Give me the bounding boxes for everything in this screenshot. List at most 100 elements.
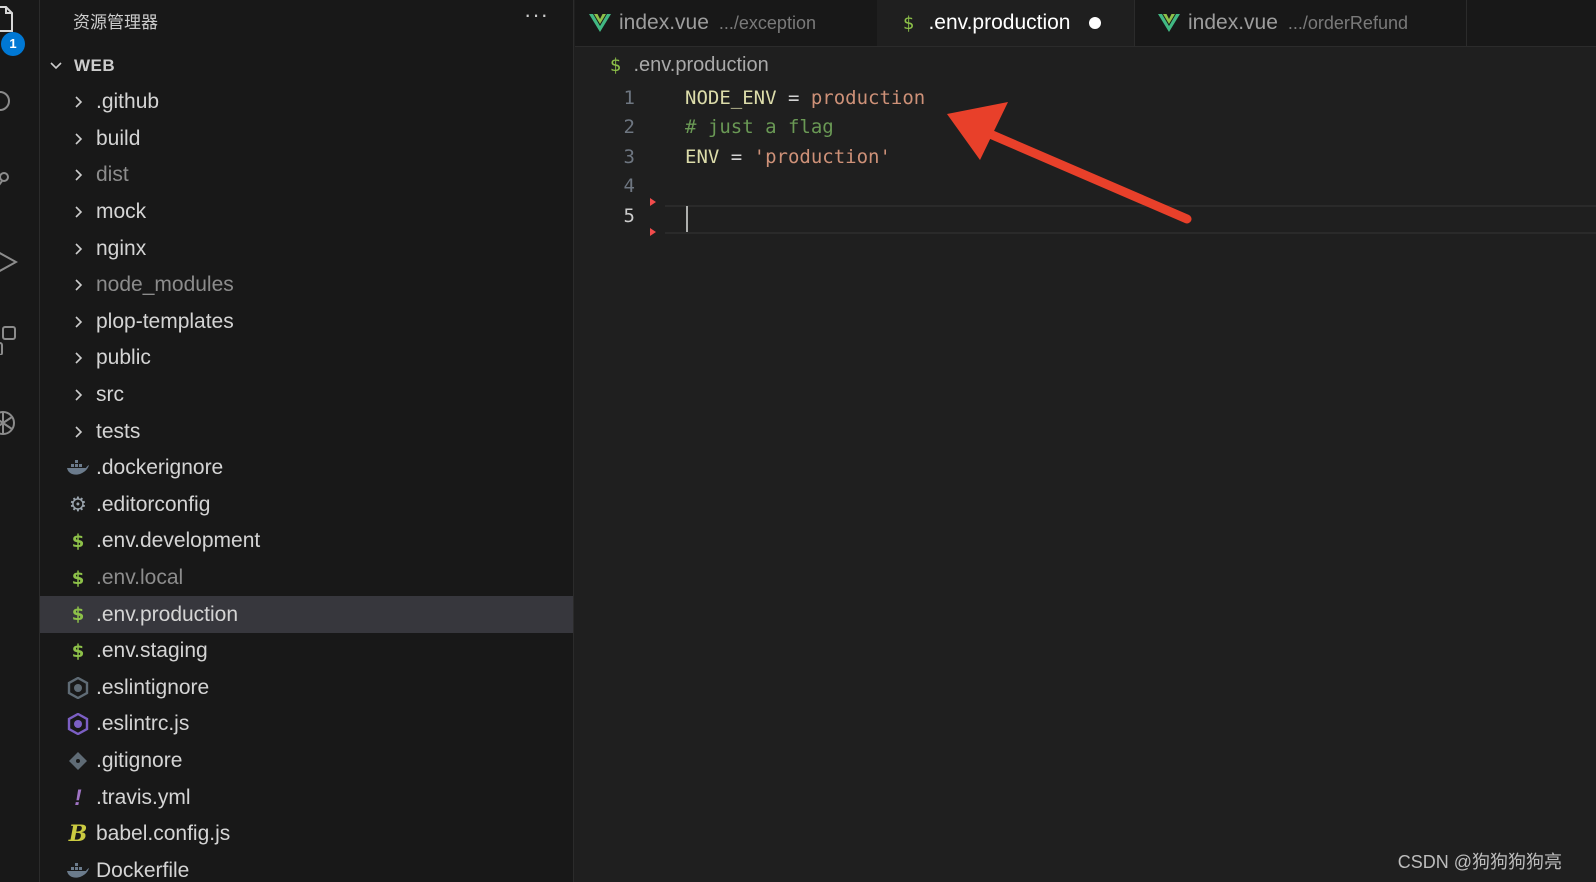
diff-marker-icon [650,228,656,236]
tab-path: .../exception [718,12,816,33]
tab-path: .../orderRefund [1287,12,1408,33]
file-row[interactable]: $ .env.development [40,523,573,560]
tree-item-label: node_modules [96,273,234,297]
env-value: production [810,87,926,109]
tree-item-label: nginx [96,236,147,260]
tree-item-label: .env.production [96,602,239,626]
file-row[interactable]: .gitignore [40,743,573,780]
current-line-highlight [665,205,1596,234]
folder-row[interactable]: node_modules [40,267,573,304]
file-row[interactable]: $ .env.staging [40,633,573,670]
chevron-right-icon [70,314,86,330]
tree-item-label: tests [96,419,141,443]
folder-row[interactable]: dist [40,157,573,194]
file-row[interactable]: ! .travis.yml [40,779,573,816]
vue-icon [589,14,611,32]
tree-item-label: .eslintignore [96,675,210,699]
editor-tabs: index.vue .../exception $ .env.productio… [575,0,1596,47]
operator: = [719,146,754,168]
more-actions-button[interactable]: ··· [524,2,549,28]
watermark: CSDN @狗狗狗狗亮 [1397,852,1562,872]
babel-icon: B [68,821,88,848]
gear-icon: ⚙ [69,494,87,517]
tree-item-label: .editorconfig [96,492,211,516]
file-row[interactable]: $ .env.production [40,596,573,633]
folder-row[interactable]: public [40,340,573,377]
sidebar-title: 资源管理器 [73,13,158,32]
folder-row[interactable]: build [40,121,573,158]
file-row[interactable]: .eslintrc.js [40,706,573,743]
explorer-sidebar: 资源管理器 ··· WEB .github build dist mock nginx n… [40,0,574,882]
chevron-right-icon [70,241,86,257]
tree-item-label: dist [96,163,129,187]
folder-row[interactable]: src [40,377,573,414]
dollar-icon: $ [71,640,85,662]
workspace-header[interactable]: WEB [40,52,573,80]
file-row[interactable]: .eslintignore [40,670,573,707]
chevron-right-icon [70,387,86,403]
tree-item-label: .dockerignore [96,456,224,480]
env-value: 'production' [753,146,891,168]
tree-item-label: public [96,346,151,370]
tree-item-label: mock [96,200,147,224]
code-line[interactable]: ENV = 'production' [685,146,891,168]
line-number: 2 [623,116,635,138]
tree-item-label: src [96,383,124,407]
tab-label: index.vue [1188,11,1278,34]
tree-item-label: .gitignore [96,748,183,772]
eslint-icon [64,676,92,699]
dollar-icon: $ [71,567,85,589]
file-row[interactable]: Bbabel.config.js [40,816,573,853]
tab-env-production[interactable]: $ .env.production [877,0,1135,46]
chevron-right-icon [70,350,86,366]
search-icon[interactable] [0,88,18,118]
chevron-right-icon [70,167,86,183]
exclamation-icon: ! [74,784,82,810]
run-debug-icon[interactable] [0,247,18,277]
breadcrumb-file: .env.production [633,53,769,76]
file-row[interactable]: ⚙ .editorconfig [40,487,573,524]
tab-index-vue-exception[interactable]: index.vue .../exception [575,0,878,46]
env-key: NODE_ENV [685,87,777,109]
dollar-icon: $ [71,604,85,626]
extensions-icon[interactable] [0,325,18,355]
explorer-badge: 1 [1,32,25,56]
folder-row[interactable]: .github [40,84,573,121]
folder-row[interactable]: nginx [40,230,573,267]
tree-item-label: babel.config.js [96,822,231,846]
tree-item-label: .travis.yml [96,785,191,809]
tree-item-label: .env.staging [96,639,208,663]
file-row[interactable]: .dockerignore [40,450,573,487]
tab-index-vue-orderrefund[interactable]: index.vue .../orderRefund [1134,0,1467,46]
comment: # just a flag [685,116,834,138]
file-tree: .github build dist mock nginx node_modulesplo… [40,84,573,882]
diff-marker-icon [650,198,656,206]
folder-row[interactable]: tests [40,413,573,450]
chevron-down-icon [50,62,62,70]
workspace-label: WEB [74,56,116,75]
file-row[interactable]: $ .env.local [40,560,573,597]
files-icon[interactable] [0,4,18,34]
chevron-right-icon [70,424,86,440]
breadcrumb[interactable]: $ .env.production [610,52,769,78]
folder-row[interactable]: mock [40,194,573,231]
docker-icon [64,862,92,879]
code-line[interactable]: NODE_ENV = production [685,87,925,109]
tree-item-label: build [96,126,141,150]
folder-row[interactable]: plop-templates [40,304,573,341]
vue-icon [1158,14,1180,32]
line-number: 3 [623,146,635,168]
line-number: 1 [623,87,635,109]
line-number: 5 [623,205,635,227]
chevron-right-icon [70,94,86,110]
unsaved-dot-icon[interactable] [1088,17,1101,29]
eslint-icon [64,713,92,736]
code-line[interactable]: # just a flag [685,116,834,138]
dollar-icon: $ [610,54,622,76]
file-row[interactable]: Dockerfile [40,852,573,882]
openai-icon[interactable] [0,408,18,438]
tree-item-label: .eslintrc.js [96,712,190,736]
source-control-icon[interactable] [0,167,18,197]
tab-label: .env.production [928,11,1071,34]
dollar-icon: $ [903,12,915,34]
